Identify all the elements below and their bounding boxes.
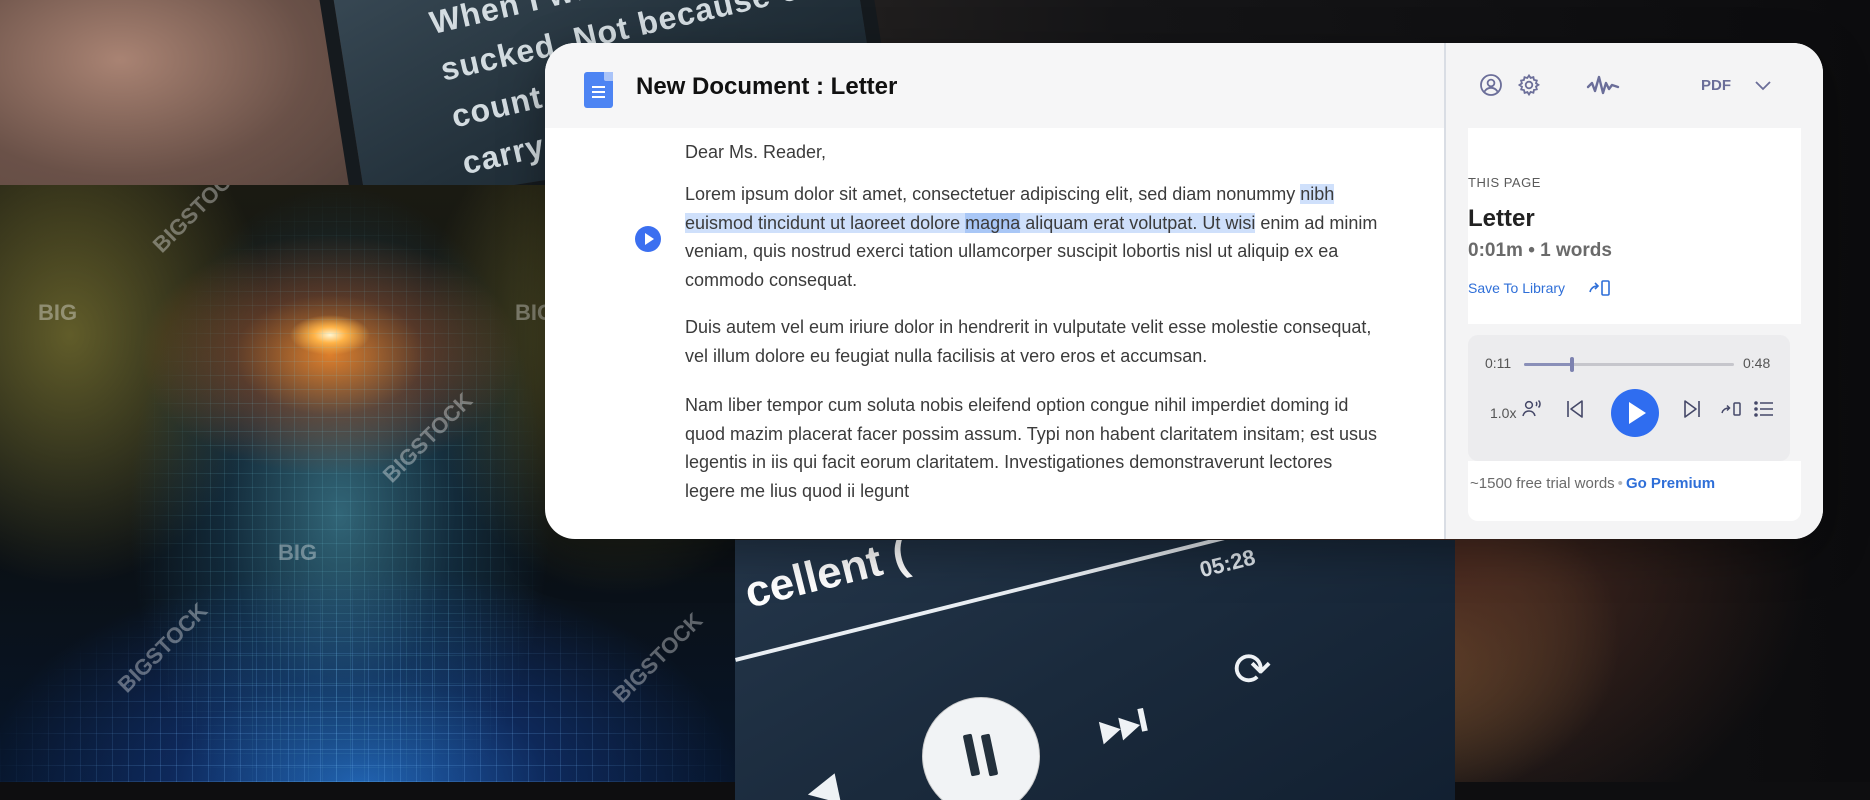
bg-pause-icon bbox=[923, 698, 1039, 800]
progress-slider[interactable] bbox=[1524, 357, 1734, 372]
speed-button[interactable]: 1.0x bbox=[1490, 405, 1516, 421]
paragraph-text: Lorem ipsum dolor sit amet, consectetuer… bbox=[685, 184, 1301, 204]
paragraph-2: Duis autem vel eum iriure dolor in hendr… bbox=[685, 317, 1372, 366]
export-format-label[interactable]: PDF bbox=[1701, 77, 1731, 94]
chevron-down-icon[interactable] bbox=[1754, 79, 1772, 91]
highlight-text: aliquam erat volutpat. Ut wisi bbox=[1020, 212, 1256, 233]
reader-window: New Document : Letter Dear Ms. Reader, L… bbox=[545, 43, 1823, 539]
progress-handle[interactable] bbox=[1570, 357, 1575, 372]
list-icon[interactable] bbox=[1752, 397, 1776, 421]
panel-toolbar: PDF bbox=[1446, 43, 1823, 128]
bg-repeat-icon: ⟳ bbox=[1233, 643, 1272, 695]
page-title: Letter bbox=[1468, 205, 1535, 232]
document-header: New Document : Letter bbox=[545, 43, 1445, 128]
document-body[interactable]: Dear Ms. Reader, Lorem ipsum dolor sit a… bbox=[545, 128, 1445, 539]
background-phone-player: cellent ( 05:28 ◀ ⏭ ⟳ bbox=[735, 540, 1455, 800]
paragraph-3: Nam liber tempor cum soluta nobis eleife… bbox=[685, 395, 1377, 501]
document-icon bbox=[584, 72, 613, 108]
paragraph-1: Lorem ipsum dolor sit amet, consectetuer… bbox=[685, 180, 1385, 294]
separator-dot: • bbox=[1617, 475, 1623, 492]
current-time: 0:11 bbox=[1485, 355, 1512, 371]
save-to-library-link[interactable]: Save To Library bbox=[1468, 280, 1565, 296]
cast-to-device-icon[interactable] bbox=[1720, 397, 1744, 421]
total-time: 0:48 bbox=[1743, 355, 1771, 371]
skip-forward-icon[interactable] bbox=[1680, 397, 1704, 421]
reader-side-panel: PDF THIS PAGE Letter 0:01m • 1 words Sav… bbox=[1446, 43, 1823, 539]
document-title[interactable]: New Document : Letter bbox=[636, 73, 897, 101]
section-label: THIS PAGE bbox=[1468, 175, 1541, 190]
voice-icon[interactable] bbox=[1520, 397, 1544, 421]
trial-notice: ~1500 free trial words • Go Premium bbox=[1470, 475, 1790, 492]
watermark: BIG bbox=[38, 300, 78, 325]
play-button[interactable] bbox=[1611, 389, 1659, 437]
go-premium-link[interactable]: Go Premium bbox=[1626, 475, 1715, 492]
trial-words-text: ~1500 free trial words bbox=[1470, 475, 1615, 492]
settings-icon[interactable] bbox=[1517, 73, 1541, 97]
play-paragraph-icon[interactable] bbox=[635, 226, 661, 252]
bg-player-time: 05:28 bbox=[1197, 544, 1258, 583]
share-device-icon[interactable] bbox=[1589, 279, 1611, 297]
greeting-line: Dear Ms. Reader, bbox=[685, 142, 827, 162]
waveform-icon[interactable] bbox=[1586, 73, 1620, 97]
bg-next-icon: ⏭ bbox=[1090, 686, 1154, 759]
page-duration-words: 0:01m • 1 words bbox=[1468, 240, 1612, 261]
watermark: BIG bbox=[278, 540, 318, 565]
progress-fill bbox=[1524, 363, 1573, 366]
account-icon[interactable] bbox=[1479, 73, 1503, 97]
audio-player: 0:11 0:48 1.0x bbox=[1468, 335, 1790, 461]
skip-back-icon[interactable] bbox=[1563, 397, 1587, 421]
bg-player-title: cellent ( bbox=[740, 540, 914, 618]
current-word-highlight: magna bbox=[965, 212, 1021, 233]
